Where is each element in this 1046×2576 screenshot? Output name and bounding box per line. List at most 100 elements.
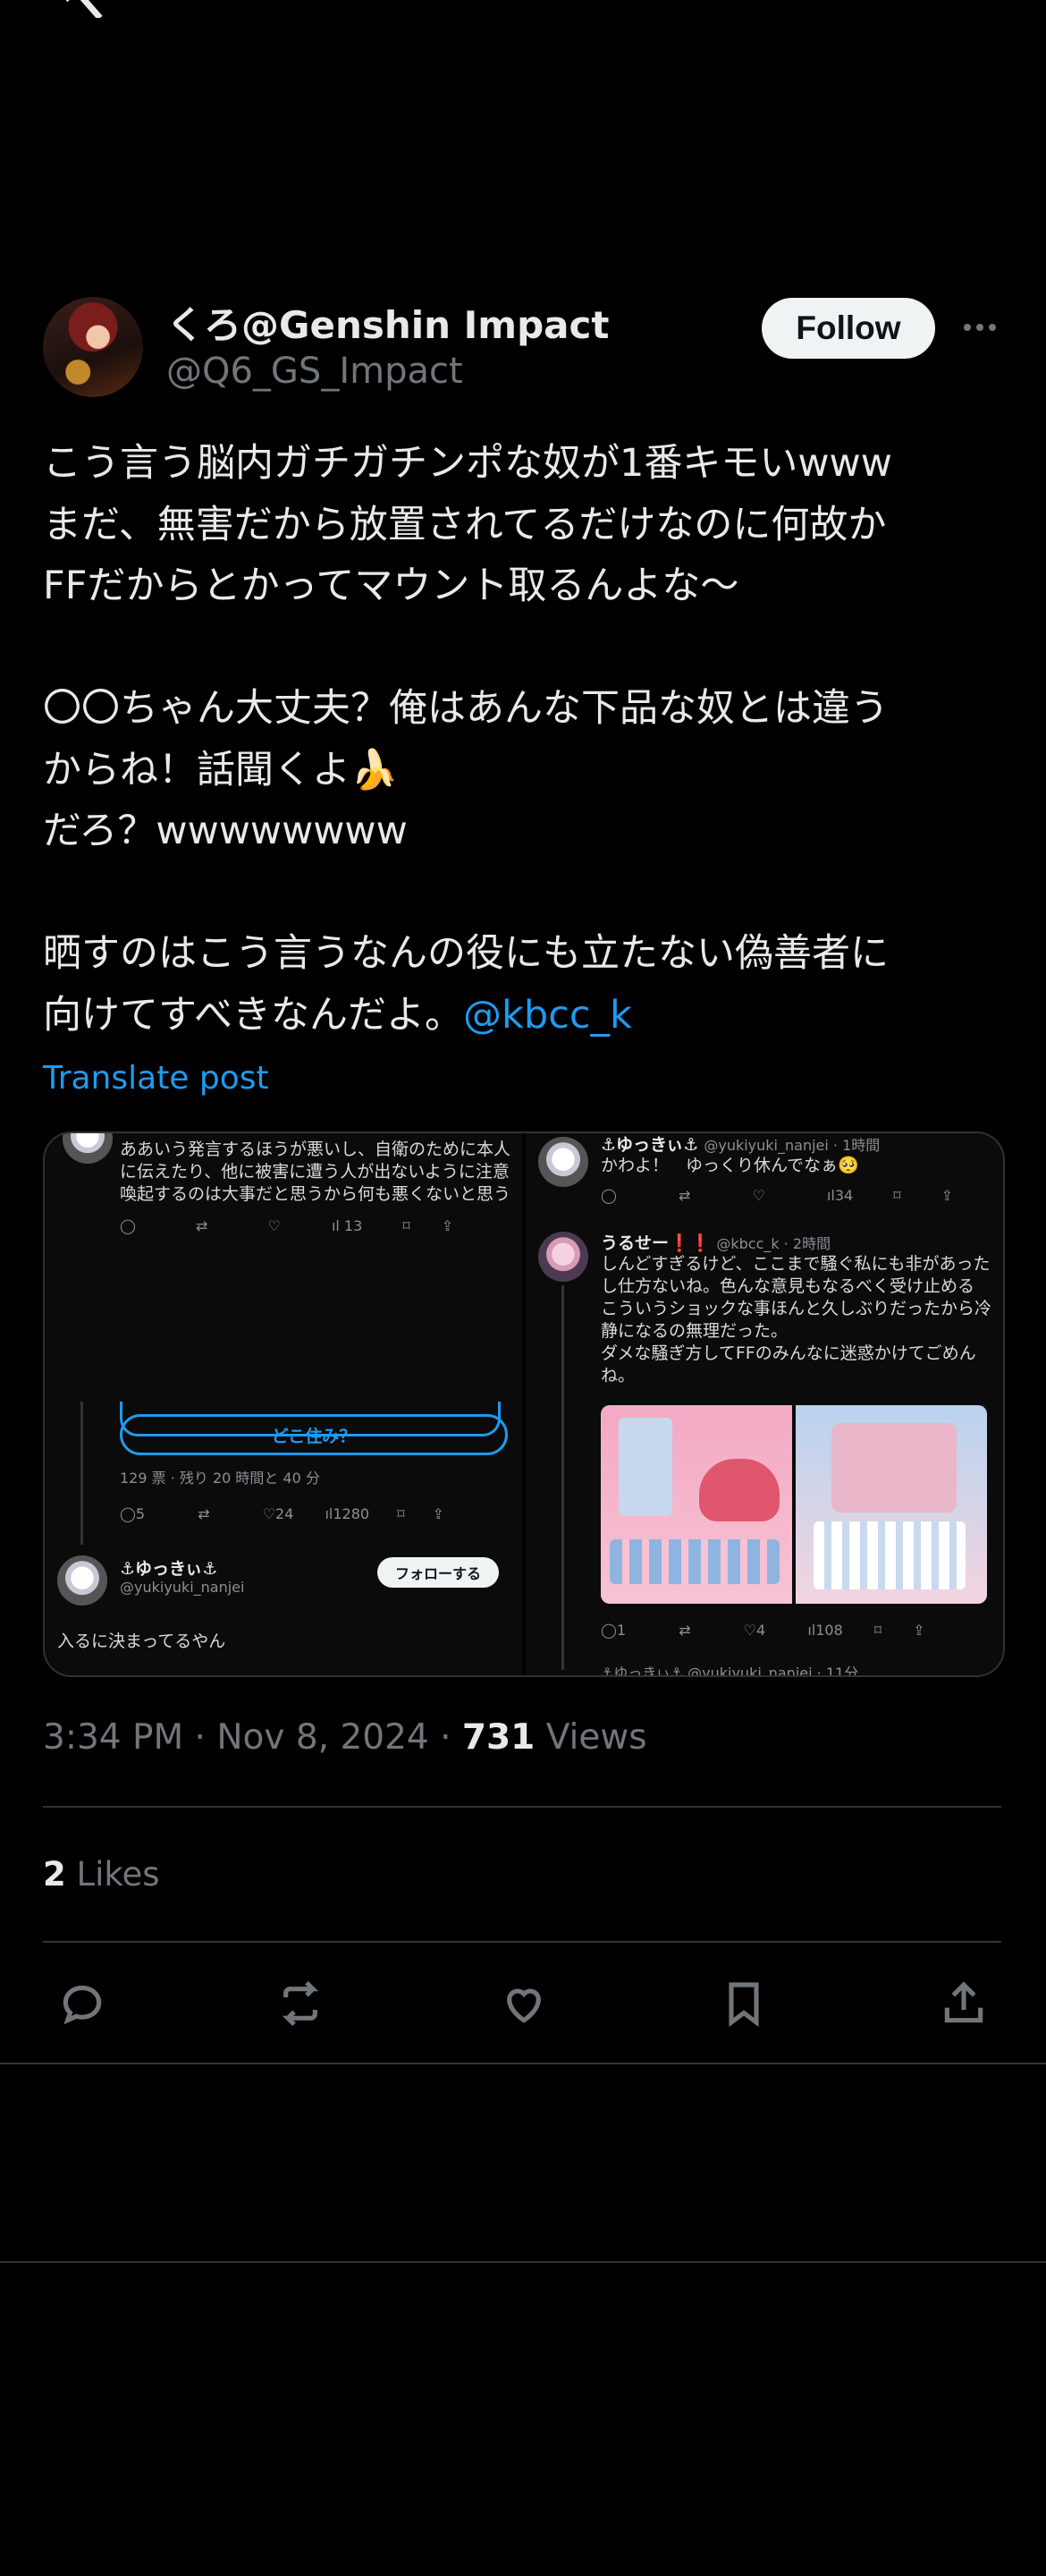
product-photo[interactable]: [796, 1405, 987, 1604]
heart-icon: ♡: [267, 1217, 281, 1234]
views-icon: ıl: [807, 1622, 816, 1639]
reply-icon: ◯: [120, 1505, 136, 1522]
views-count: 34: [834, 1187, 854, 1204]
thread-line: [561, 1285, 564, 1670]
post-line: まだ、無害だから放置されてるだけなのに何故か: [43, 502, 887, 547]
reply-text-line: しんどすぎるけど、ここまで騒ぐ私にも非があった: [601, 1254, 991, 1274]
user-handle: @yukiyuki_nanjei: [120, 1579, 245, 1596]
post-line: FFだからとかってマウント取るんよな〜: [43, 564, 739, 608]
post-timestamp: 3:34 PM · Nov 8, 2024 · 731 Views: [43, 1717, 647, 1758]
share-icon: ⇪: [432, 1505, 444, 1522]
repost-icon: ⇄: [679, 1622, 691, 1639]
share-icon: ⇪: [441, 1217, 454, 1234]
heart-icon: ♡: [262, 1505, 276, 1522]
case-shape: [699, 1459, 780, 1521]
user-handle: @yukiyuki_nanjei · 1時間: [704, 1137, 881, 1154]
repost-icon: ⇄: [198, 1505, 210, 1522]
bookmark-icon[interactable]: [717, 1977, 771, 2030]
more-options-icon[interactable]: [958, 309, 1001, 345]
user-name: ⚓ゆっきぃ⚓: [601, 1135, 699, 1155]
box-shape: [831, 1423, 957, 1513]
box-shape: [619, 1418, 672, 1516]
repost-icon: ⇄: [196, 1217, 208, 1234]
post-line: [43, 862, 1008, 924]
post-text: こう言う脳内ガチガチンポな奴が1番キモいwww まだ、無害だから放置されてるだけ…: [43, 433, 1008, 1046]
views-count: 731: [461, 1717, 536, 1758]
avatar[interactable]: [43, 297, 143, 397]
avatar: [538, 1232, 588, 1282]
parts-shape: [814, 1521, 966, 1589]
poll-option[interactable]: どこ住み？: [120, 1414, 508, 1455]
bookmark-icon: ⌑: [873, 1622, 882, 1639]
reply-count: 5: [135, 1505, 146, 1522]
user-handle: @kbcc_k · 2時間: [716, 1235, 831, 1252]
views-count: 108: [815, 1622, 843, 1639]
screenshot-left[interactable]: ああいう発言するほうが悪いし、自衛のために本人 に伝えたり、他に被害に遭う人が出…: [45, 1133, 522, 1675]
action-row: ◯5 ⇄ ♡24 ıl1280 ⌑ ⇪: [120, 1505, 513, 1522]
views-label: Views: [535, 1717, 647, 1758]
heart-icon[interactable]: [497, 1977, 551, 2030]
user-header: ⚓ゆっきぃ⚓ @yukiyuki_nanjei · 1時間: [601, 1133, 881, 1156]
reply-text: かわよ！ ゆっくり休んでなぁ🥺: [601, 1156, 859, 1175]
follow-button[interactable]: Follow: [762, 298, 935, 359]
likes-summary[interactable]: 2 Likes: [43, 1855, 160, 1894]
user-name: ⚓ゆっきぃ⚓: [120, 1559, 218, 1579]
mention-link[interactable]: @kbcc_k: [463, 993, 632, 1038]
reply-text: 入るに決まってるやん: [57, 1631, 226, 1651]
next-reply-header: ⚓ゆっきぃ⚓ @yukiyuki_nanjei · 11分: [601, 1665, 859, 1677]
reply-text: しんどすぎるけど、ここまで騒ぐ私にも非があった し仕方ないね。色んな意見もなるべ…: [601, 1253, 991, 1387]
post-line: からね！話聞くよ🍌: [43, 747, 399, 792]
media-attachment[interactable]: ああいう発言するほうが悪いし、自衛のために本人 に伝えたり、他に被害に遭う人が出…: [43, 1131, 1005, 1677]
divider: [0, 2261, 1046, 2263]
follow-button: フォローする: [377, 1557, 499, 1588]
likes-count: 2: [43, 1855, 66, 1894]
post-line: 〇〇ちゃん大丈夫？俺はあんな下品な奴とは違う: [43, 686, 889, 731]
views-count: 13: [343, 1217, 363, 1234]
reply-icon[interactable]: [55, 1977, 109, 2030]
repost-icon: ⇄: [679, 1187, 691, 1204]
post-line: だろ？wwwwwwww: [43, 809, 408, 853]
parts-shape: [610, 1539, 780, 1584]
divider: [43, 1941, 1001, 1943]
x-logo-icon[interactable]: [43, 0, 105, 21]
bookmark-icon: ⌑: [397, 1505, 405, 1522]
reply-text-line: 静になるの無理だった。: [601, 1321, 789, 1341]
divider: [0, 2063, 1046, 2064]
display-name[interactable]: くろ@Genshin Impact: [166, 295, 609, 350]
user-name: うるせー❗❗: [601, 1233, 712, 1253]
translate-post-link[interactable]: Translate post: [43, 1060, 269, 1097]
like-count: 24: [275, 1505, 294, 1522]
share-icon: ⇪: [941, 1187, 953, 1204]
like-count: 4: [756, 1622, 766, 1639]
reply-icon: ◯: [120, 1217, 136, 1234]
post-line-last: 向けてすべきなんだよ。@kbcc_k: [43, 985, 1008, 1046]
quoted-text-line: に伝えたり、他に被害に遭う人が出ないように注意: [120, 1162, 510, 1182]
poll-meta: 129 票 · 残り 20 時間と 40 分: [120, 1470, 320, 1487]
quoted-text-line: 喚起するのは大事だと思うから何も悪くないと思う: [120, 1184, 511, 1204]
product-photo[interactable]: [601, 1405, 792, 1604]
thread-line: [80, 1402, 83, 1545]
user-header: うるせー❗❗ @kbcc_k · 2時間: [601, 1230, 831, 1254]
user-handle[interactable]: @Q6_GS_Impact: [166, 351, 463, 392]
likes-label: Likes: [65, 1855, 160, 1894]
action-row: ◯ ⇄ ♡ ıl34 ⌑ ⇪: [601, 1187, 994, 1204]
reply-text-line: ね。: [601, 1366, 636, 1385]
reply-text-line: ダメな騒ぎ方してFFのみんなに迷惑かけてごめん: [601, 1343, 976, 1363]
bookmark-icon: ⌑: [893, 1187, 901, 1204]
bookmark-icon: ⌑: [402, 1217, 410, 1234]
heart-icon: ♡: [743, 1622, 757, 1639]
views-count: 1280: [333, 1505, 370, 1522]
reply-text-line: こういうショックな事ほんと久しぶりだったから冷: [601, 1299, 992, 1318]
reply-icon: ◯: [601, 1622, 617, 1639]
share-icon: ⇪: [913, 1622, 925, 1639]
heart-icon: ♡: [752, 1187, 765, 1204]
post-line: こう言う脳内ガチガチンポな奴が1番キモいwww: [43, 441, 892, 486]
avatar: [57, 1555, 107, 1606]
post-line: [43, 617, 1008, 679]
screenshot-right[interactable]: ⚓ゆっきぃ⚓ @yukiyuki_nanjei · 1時間 かわよ！ ゆっくり休…: [526, 1133, 1003, 1675]
share-icon[interactable]: [937, 1977, 991, 2030]
reply-text-line: し仕方ないね。色んな意見もなるべく受け止める: [601, 1276, 975, 1296]
views-icon: ıl: [826, 1187, 835, 1204]
repost-icon[interactable]: [274, 1977, 327, 2030]
avatar: [538, 1137, 588, 1187]
